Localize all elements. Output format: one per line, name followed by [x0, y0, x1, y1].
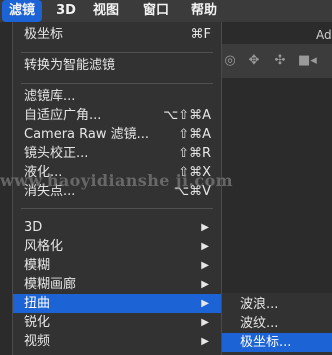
chevron-right-icon: ▶ — [201, 298, 209, 309]
separator — [21, 52, 213, 53]
menu-item-video[interactable]: 视频 ▶ — [13, 333, 221, 351]
submenu-item-wave[interactable]: 波浪... — [222, 295, 332, 314]
chevron-right-icon: ▶ — [201, 336, 209, 347]
menu-item-sharpen[interactable]: 锐化 ▶ — [13, 314, 221, 332]
video-icon[interactable]: ■◂ — [298, 53, 317, 69]
menu-item-blur[interactable]: 模糊 ▶ — [13, 257, 221, 275]
menu-item-convert-smart-filters[interactable]: 转换为智能滤镜 — [13, 57, 221, 75]
menu-3d[interactable]: 3D — [52, 0, 80, 22]
separator — [21, 208, 213, 209]
target-icon[interactable]: ◎ — [222, 53, 238, 69]
chevron-right-icon: ▶ — [201, 241, 209, 252]
menu-item-last-filter[interactable]: 极坐标 ⌘F — [13, 26, 221, 44]
menubar: 滤镜 3D 视图 窗口 帮助 — [0, 0, 332, 22]
app-title-fragment: Ad — [316, 28, 332, 42]
menu-item-blur-gallery[interactable]: 模糊画廊 ▶ — [13, 276, 221, 294]
menu-item-lens-correction[interactable]: 镜头校正... ⇧⌘R — [13, 145, 221, 163]
chevron-right-icon: ▶ — [201, 222, 209, 233]
menu-view[interactable]: 视图 — [88, 0, 124, 22]
menu-item-filter-gallery[interactable]: 滤镜库... — [13, 88, 221, 106]
submenu-item-polar-coordinates[interactable]: 极坐标... — [222, 333, 332, 352]
menu-item-camera-raw[interactable]: Camera Raw 滤镜... ⇧⌘A — [13, 126, 221, 144]
menu-window[interactable]: 窗口 — [138, 0, 174, 22]
chevron-right-icon: ▶ — [201, 279, 209, 290]
distort-submenu: 波浪... 波纹... 极坐标... — [221, 293, 332, 355]
options-toolbar: ◎ ✥ ✣ ■◂ — [222, 44, 332, 78]
submenu-item-ripple[interactable]: 波纹... — [222, 314, 332, 333]
menu-item-distort[interactable]: 扭曲 ▶ — [13, 294, 221, 313]
separator — [21, 83, 213, 84]
watermark: www.haoyidianshe ji.com — [0, 171, 233, 190]
move-icon[interactable]: ✥ — [246, 53, 262, 69]
menu-filter[interactable]: 滤镜 — [2, 0, 42, 22]
menu-item-stylize[interactable]: 风格化 ▶ — [13, 238, 221, 256]
cross-icon[interactable]: ✣ — [272, 53, 288, 69]
chevron-right-icon: ▶ — [201, 317, 209, 328]
menu-help[interactable]: 帮助 — [186, 0, 222, 22]
menu-item-3d[interactable]: 3D ▶ — [13, 219, 221, 237]
chevron-right-icon: ▶ — [201, 260, 209, 271]
menu-item-adaptive-wide-angle[interactable]: 自适应广角... ⌥⇧⌘A — [13, 107, 221, 125]
